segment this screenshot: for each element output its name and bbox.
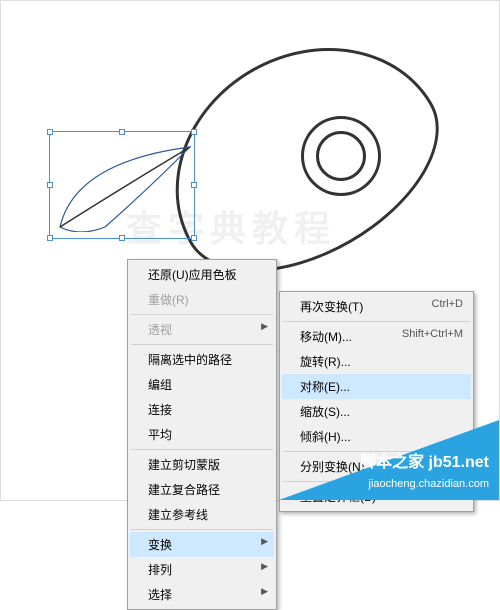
separator: [283, 321, 470, 322]
handle-bot-mid[interactable]: [119, 235, 125, 241]
selection-bounding-box[interactable]: [49, 131, 195, 239]
menu-isolate[interactable]: 隔离选中的路径: [130, 347, 274, 372]
handle-mid-left[interactable]: [47, 182, 53, 188]
menu-clipping-mask[interactable]: 建立剪切蒙版: [130, 452, 274, 477]
menu-reflect[interactable]: 对称(E)...: [282, 374, 471, 399]
menu-make-guides[interactable]: 建立参考线: [130, 502, 274, 527]
shortcut: Ctrl+D: [432, 298, 463, 310]
menu-join[interactable]: 连接: [130, 397, 274, 422]
handle-bot-right[interactable]: [191, 235, 197, 241]
label: 再次变换(T): [300, 300, 363, 314]
fin-path: [55, 142, 195, 232]
handle-mid-right[interactable]: [191, 182, 197, 188]
watermark-main: 脚本之家 jb51.net: [360, 448, 489, 472]
rocket-drawing: [161, 46, 441, 276]
menu-average[interactable]: 平均: [130, 422, 274, 447]
handle-top-left[interactable]: [47, 129, 53, 135]
separator: [131, 314, 273, 315]
menu-arrange[interactable]: 排列: [130, 557, 274, 582]
menu-undo[interactable]: 还原(U)应用色板: [130, 262, 274, 287]
separator: [131, 344, 273, 345]
menu-rotate[interactable]: 旋转(R)...: [282, 349, 471, 374]
menu-transform-again[interactable]: 再次变换(T) Ctrl+D: [282, 294, 471, 319]
separator: [131, 529, 273, 530]
menu-move[interactable]: 移动(M)... Shift+Ctrl+M: [282, 324, 471, 349]
handle-top-mid[interactable]: [119, 129, 125, 135]
context-menu[interactable]: 还原(U)应用色板 重做(R) 透视 隔离选中的路径 编组 连接 平均 建立剪切…: [127, 259, 277, 610]
menu-compound-path[interactable]: 建立复合路径: [130, 477, 274, 502]
separator: [131, 449, 273, 450]
menu-redo: 重做(R): [130, 287, 274, 312]
menu-group[interactable]: 编组: [130, 372, 274, 397]
rocket-window-inner: [316, 131, 366, 181]
rocket-window-outer: [301, 116, 381, 196]
handle-bot-left[interactable]: [47, 235, 53, 241]
shortcut: Shift+Ctrl+M: [402, 328, 463, 340]
menu-select[interactable]: 选择: [130, 582, 274, 607]
watermark-sub: jiaocheng.chazidian.com: [369, 478, 489, 490]
handle-top-right[interactable]: [191, 129, 197, 135]
menu-perspective: 透视: [130, 317, 274, 342]
label: 移动(M)...: [300, 330, 352, 344]
menu-transform[interactable]: 变换: [130, 532, 274, 557]
